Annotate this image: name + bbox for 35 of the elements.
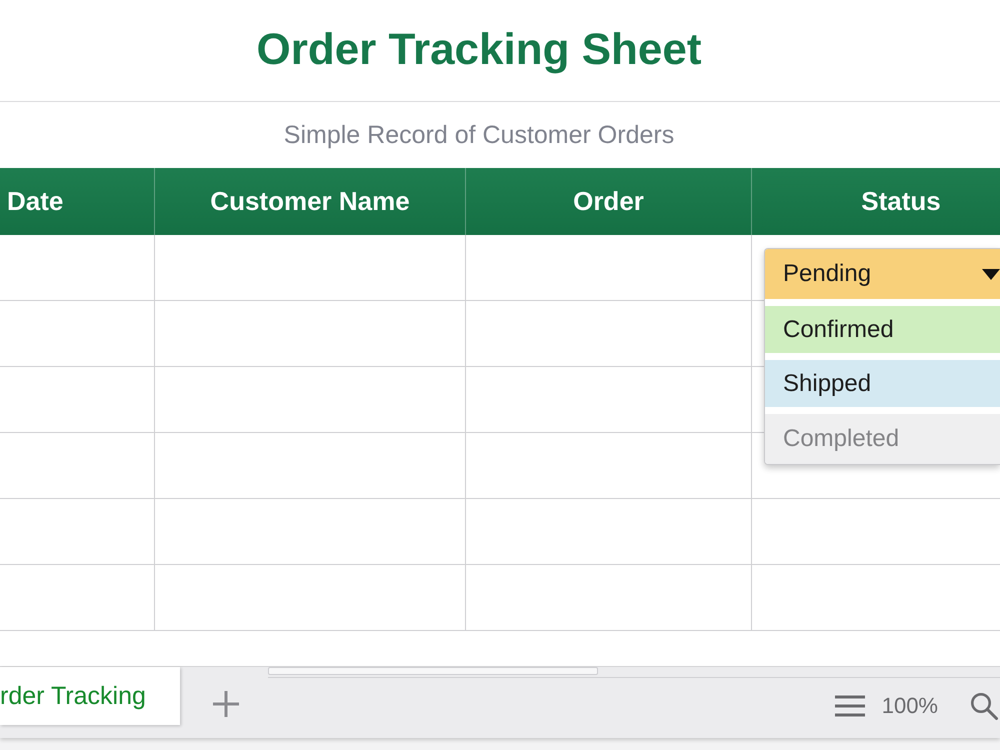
table-cell[interactable] <box>0 565 155 631</box>
status-select[interactable]: Pending <box>765 249 1000 299</box>
table-cell[interactable] <box>466 235 752 301</box>
column-header: Order <box>466 168 752 235</box>
table-cell[interactable] <box>155 565 466 631</box>
table-cell[interactable] <box>0 235 155 301</box>
table-cell[interactable] <box>466 301 752 367</box>
table-cell[interactable] <box>155 301 466 367</box>
column-header: Customer Name <box>155 168 466 235</box>
column-header: Date <box>0 168 155 235</box>
sheet-tab[interactable]: rder Tracking <box>0 667 180 725</box>
table-cell[interactable] <box>466 565 752 631</box>
column-header: Status <box>752 168 1000 235</box>
table-cell[interactable] <box>466 499 752 565</box>
table-cell[interactable] <box>0 301 155 367</box>
sheet-subtitle: Simple Record of Customer Orders <box>284 120 674 150</box>
horizontal-scrollbar[interactable] <box>268 667 1000 678</box>
sheet-title: Order Tracking Sheet <box>256 26 702 75</box>
caret-icon <box>982 268 1000 280</box>
zoom-level: 100% <box>882 693 938 719</box>
table-cell[interactable] <box>0 499 155 565</box>
table-cell[interactable] <box>155 499 466 565</box>
table-cell[interactable] <box>466 367 752 433</box>
table-cell[interactable] <box>0 433 155 499</box>
search-icon[interactable] <box>970 692 998 720</box>
table-cell[interactable] <box>466 433 752 499</box>
table-cell[interactable] <box>155 235 466 301</box>
table-cell[interactable] <box>0 367 155 433</box>
table-cell[interactable] <box>155 433 466 499</box>
scrollbar-thumb[interactable] <box>268 667 598 675</box>
plus-icon[interactable] <box>212 690 240 718</box>
table-cell[interactable] <box>155 367 466 433</box>
dropdown-option[interactable]: Confirmed <box>765 306 1000 353</box>
menu-icon[interactable] <box>834 695 865 717</box>
dropdown-option[interactable]: Shipped <box>765 360 1000 407</box>
